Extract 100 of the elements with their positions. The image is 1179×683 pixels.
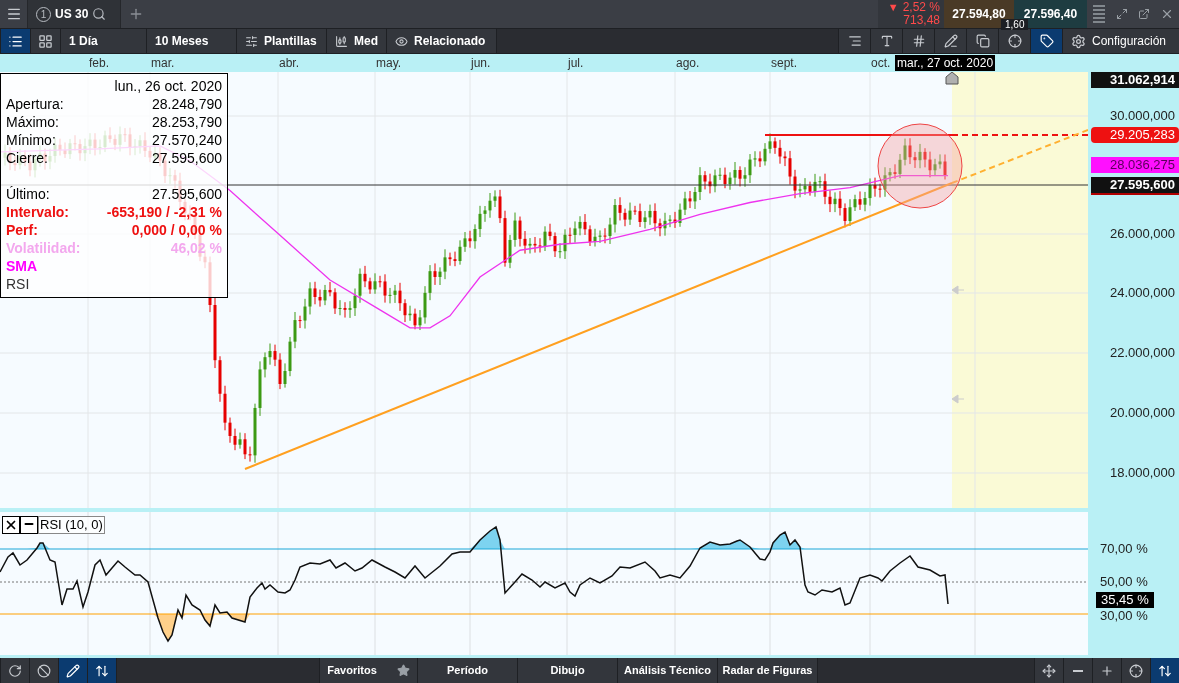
scroll-marker-icon: [951, 285, 965, 295]
close-indicator-button[interactable]: [2, 516, 20, 534]
minimize-indicator-button[interactable]: [20, 516, 38, 534]
copy-button[interactable]: [966, 29, 998, 53]
crosshair-button[interactable]: [1121, 658, 1150, 683]
settings-button[interactable]: Configuración: [1062, 29, 1179, 53]
indicator-name: SMA: [6, 258, 38, 274]
info-value: 27.595,600: [151, 185, 222, 203]
month-label: abr.: [279, 56, 299, 70]
info-value: 0,000 / 0,00 %: [131, 221, 222, 239]
tag-button[interactable]: [1030, 29, 1062, 53]
up-down-button[interactable]: [87, 658, 116, 683]
instrument-symbol: US 30: [55, 6, 89, 23]
info-date: lun., 26 oct. 2020: [114, 77, 222, 95]
month-label: feb.: [89, 56, 109, 70]
info-label: Mínimo:: [6, 131, 56, 149]
scroll-marker-icon: [951, 394, 965, 404]
chart-type-button[interactable]: Med: [326, 29, 386, 53]
info-label: Máximo:: [6, 113, 59, 131]
ban-icon: [37, 663, 51, 678]
month-label: ago.: [676, 56, 700, 70]
grid-icon: [911, 34, 926, 48]
bottom-tab[interactable]: Favoritos: [319, 658, 417, 683]
period-dropdown[interactable]: 1 Día: [60, 29, 146, 53]
price-tick-label: 30.000,000: [1108, 108, 1176, 124]
info-value: 46,02 %: [170, 239, 222, 257]
eye-icon: [395, 34, 408, 48]
info-label: Intervalo:: [6, 203, 69, 221]
rotate-button[interactable]: [0, 658, 29, 683]
rsi-current-marker: 35,45 %: [1096, 592, 1154, 608]
pen-grid-button[interactable]: [934, 29, 966, 53]
indicator-name: RSI: [6, 276, 30, 292]
price-marker: 28.036,275: [1091, 157, 1179, 173]
rotate-icon: [8, 663, 22, 678]
info-value: 28.253,790: [151, 113, 222, 131]
related-button[interactable]: Relacionado: [386, 29, 496, 53]
move-button[interactable]: [1034, 658, 1063, 683]
star-icon: [396, 664, 410, 677]
sliders-icon: [245, 34, 258, 48]
pencil-button[interactable]: [58, 658, 87, 683]
ban-button[interactable]: [29, 658, 58, 683]
info-label: Cierre:: [6, 149, 48, 167]
crosshair-icon: [1007, 34, 1022, 48]
bottom-tab[interactable]: Análisis Técnico: [617, 658, 717, 683]
tag-icon: [1039, 34, 1054, 48]
price-tick-label: 18.000,000: [1108, 465, 1176, 481]
price-marker: 27.595,600: [1091, 177, 1179, 195]
rsi-level-label: 30,00 %: [1100, 609, 1148, 623]
zoom-in-button[interactable]: [1092, 658, 1121, 683]
indicator-title: RSI (10, 0): [38, 516, 105, 534]
layout-button[interactable]: [30, 29, 60, 53]
info-value: -653,190 / -2,31 %: [106, 203, 222, 221]
up-down-button[interactable]: [1150, 658, 1179, 683]
zoom-out-icon: [1073, 669, 1083, 672]
plus-icon: [128, 6, 144, 22]
copy-icon: [975, 34, 990, 48]
change-percent: 2,52 %: [902, 1, 940, 14]
align-icon: [847, 34, 862, 48]
spread-badge: 1,60: [1001, 19, 1029, 30]
bottom-tab[interactable]: Radar de Figuras: [717, 658, 817, 683]
date-tooltip: mar., 27 oct. 2020: [895, 55, 996, 71]
rsi-level-label: 70,00 %: [1100, 542, 1148, 556]
change-arrow: ▼: [887, 1, 899, 14]
instrument-tab[interactable]: 1 US 30: [28, 0, 121, 28]
up-down-icon: [1158, 663, 1172, 678]
align-button[interactable]: [838, 29, 870, 53]
expand-icon: [1116, 8, 1128, 20]
month-label: jun.: [471, 56, 491, 70]
list-view-button[interactable]: [0, 29, 30, 53]
list-icon: [8, 33, 23, 49]
range-dropdown[interactable]: 10 Meses: [146, 29, 236, 53]
price-tick-label: 24.000,000: [1108, 285, 1176, 301]
menu-icon: [5, 6, 22, 22]
info-label: Volatilidad:: [6, 239, 81, 257]
price-tick-label: 22.000,000: [1108, 345, 1176, 361]
templates-button[interactable]: Plantillas: [236, 29, 326, 53]
month-label: may.: [376, 56, 402, 70]
info-value: 27.570,240: [151, 131, 222, 149]
bottom-tab[interactable]: Dibujo: [517, 658, 617, 683]
price-tick-label: 26.000,000: [1108, 226, 1176, 242]
month-label: jul.: [568, 56, 584, 70]
month-label: oct.: [871, 56, 891, 70]
crosshair-button[interactable]: [998, 29, 1030, 53]
close-icon: [1160, 7, 1174, 21]
settings-icon: [1071, 33, 1086, 49]
zoom-out-button[interactable]: [1063, 658, 1092, 683]
candlestick-icon: [335, 34, 348, 48]
bottom-tab[interactable]: Período: [417, 658, 517, 683]
grid-button[interactable]: [902, 29, 934, 53]
info-value: 27.595,600: [151, 149, 222, 167]
price-tick-label: 20.000,000: [1108, 405, 1176, 421]
text-size-button[interactable]: [870, 29, 902, 53]
search-icon[interactable]: [92, 7, 107, 21]
info-value: 28.248,790: [151, 95, 222, 113]
popout-icon: [1138, 8, 1150, 20]
zoom-in-icon: [1100, 663, 1114, 678]
layout-icon: [38, 33, 53, 49]
price-marker: 31.062,914: [1091, 72, 1179, 88]
info-label: Apertura:: [6, 95, 64, 113]
price-marker: 29.205,283: [1091, 127, 1179, 143]
